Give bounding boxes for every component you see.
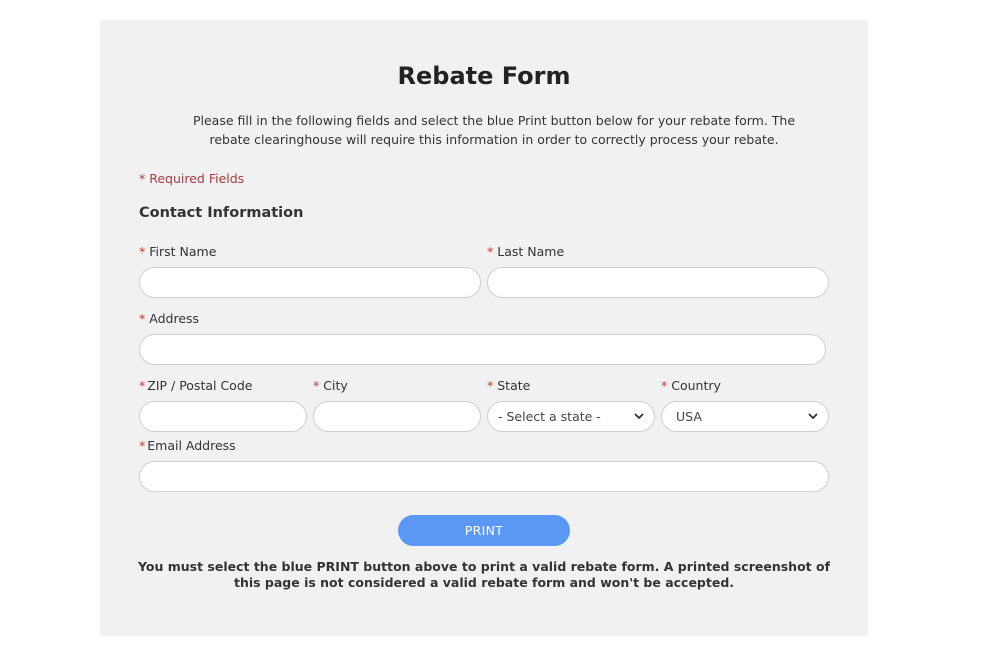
required-fields-note: * Required Fields	[139, 171, 245, 186]
chevron-down-icon	[634, 402, 644, 431]
required-marker: *	[487, 378, 494, 393]
email-input[interactable]	[139, 461, 829, 492]
print-warning-note: You must select the blue PRINT button ab…	[137, 559, 831, 590]
rebate-form-panel: Rebate Form Please fill in the following…	[100, 20, 868, 636]
address-label: * Address	[139, 311, 200, 326]
required-marker: *	[139, 244, 146, 259]
page-title: Rebate Form	[397, 62, 571, 90]
chevron-down-icon	[808, 402, 818, 431]
last-name-input[interactable]	[487, 267, 829, 298]
required-marker: *	[487, 244, 494, 259]
required-marker: *	[139, 378, 146, 393]
form-intro: Please fill in the following fields and …	[192, 113, 796, 147]
country-selected-value: USA	[676, 409, 702, 424]
required-marker: *	[661, 378, 668, 393]
city-input[interactable]	[313, 401, 481, 432]
first-name-input[interactable]	[139, 267, 481, 298]
state-selected-value: - Select a state -	[498, 409, 601, 424]
email-label: * Email Address	[139, 438, 236, 453]
zip-label: * ZIP / Postal Code	[139, 378, 253, 393]
country-select[interactable]: USA	[661, 401, 829, 432]
country-label: * Country	[661, 378, 721, 393]
last-name-label: * Last Name	[487, 244, 565, 259]
zip-input[interactable]	[139, 401, 307, 432]
required-marker: *	[139, 311, 146, 326]
required-marker: *	[139, 438, 146, 453]
first-name-label: * First Name	[139, 244, 217, 259]
state-select[interactable]: - Select a state -	[487, 401, 655, 432]
state-label: * State	[487, 378, 531, 393]
section-title-contact: Contact Information	[139, 205, 304, 221]
required-marker: *	[313, 378, 320, 393]
city-label: * City	[313, 378, 348, 393]
print-button[interactable]: PRINT	[398, 515, 570, 546]
address-input[interactable]	[139, 334, 826, 365]
